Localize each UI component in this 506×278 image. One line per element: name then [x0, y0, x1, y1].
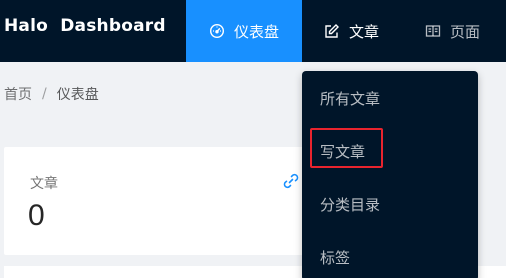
- read-icon: [425, 23, 450, 39]
- nav-pages-label: 页面: [450, 22, 481, 41]
- breadcrumb-separator: /: [42, 86, 47, 102]
- card-label: 文章: [30, 176, 58, 192]
- posts-dropdown-menu: 所有文章 写文章 分类目录 标签: [302, 71, 478, 278]
- breadcrumb-current: 仪表盘: [56, 87, 99, 103]
- nav-posts-label: 文章: [349, 22, 380, 41]
- brand-title: Halo Dashboard: [4, 16, 166, 36]
- nav-posts[interactable]: 文章: [324, 0, 379, 62]
- form-icon: [324, 23, 349, 39]
- breadcrumb: 首页 / 仪表盘: [4, 84, 99, 104]
- posts-stat-card: 文章 0: [4, 147, 310, 255]
- dashboard-icon: [209, 23, 234, 39]
- link-icon[interactable]: [282, 172, 300, 190]
- nav-dashboard[interactable]: 仪表盘: [186, 0, 302, 62]
- card-value: 0: [28, 199, 45, 232]
- menu-item-all-posts[interactable]: 所有文章: [320, 88, 380, 109]
- nav-pages[interactable]: 页面: [425, 0, 480, 62]
- top-header: Halo Dashboard 仪表盘 文章 页面: [0, 0, 506, 62]
- nav-dashboard-label: 仪表盘: [233, 22, 279, 41]
- menu-item-tags[interactable]: 标签: [320, 247, 350, 268]
- breadcrumb-home[interactable]: 首页: [4, 84, 32, 104]
- menu-item-categories[interactable]: 分类目录: [320, 194, 380, 215]
- highlight-box: [310, 128, 383, 168]
